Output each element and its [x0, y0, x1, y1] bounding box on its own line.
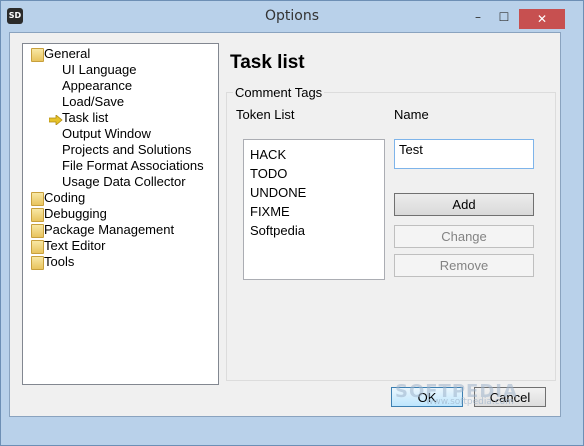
arrow-right-icon — [48, 113, 63, 126]
folder-icon — [31, 256, 44, 270]
tree-item-label: Task list — [62, 110, 109, 125]
tree-item-label: File Format Associations — [62, 158, 204, 173]
remove-button[interactable]: Remove — [394, 254, 534, 277]
options-tree[interactable]: General UI Language Appearance Load/Save Tas… — [22, 43, 219, 385]
folder-icon — [31, 208, 44, 222]
dialog-client-area: General UI Language Appearance Load/Save Tas… — [9, 32, 561, 417]
tree-item-label: Tools — [44, 254, 75, 269]
change-button[interactable]: Change — [394, 225, 534, 248]
list-item[interactable]: TODO — [250, 165, 287, 183]
tree-item-label: Usage Data Collector — [62, 174, 186, 189]
tree-item-label: Text Editor — [44, 238, 106, 253]
page-title: Task list — [230, 52, 305, 73]
tree-item-label: UI Language — [62, 62, 137, 77]
watermark-url: www.softpedia.com — [426, 397, 514, 407]
token-list-label: Token List — [236, 107, 295, 122]
add-button[interactable]: Add — [394, 193, 534, 216]
name-label: Name — [394, 107, 429, 122]
tree-item-label: Appearance — [62, 78, 133, 93]
folder-icon — [31, 224, 44, 238]
token-list[interactable]: HACK TODO UNDONE FIXME Softpedia — [243, 139, 385, 280]
tree-item-label: Package Management — [44, 222, 175, 237]
close-button[interactable]: ✕ — [519, 9, 565, 29]
list-item[interactable]: Softpedia — [250, 222, 305, 240]
group-label: Comment Tags — [233, 85, 325, 100]
tree-item-label: Output Window — [62, 126, 151, 141]
tree-item-label: Coding — [44, 190, 86, 205]
folder-icon — [31, 192, 44, 206]
maximize-button[interactable]: ☐ — [491, 7, 517, 27]
list-item[interactable]: HACK — [250, 146, 286, 164]
tree-item-label: Debugging — [44, 206, 107, 221]
minimize-button[interactable]: – — [465, 7, 491, 27]
settings-panel: Task list Comment Tags Token List Name H… — [224, 43, 557, 383]
list-item[interactable]: UNDONE — [250, 184, 306, 202]
title-bar[interactable]: SD Options – ☐ ✕ — [1, 1, 583, 31]
list-item[interactable]: FIXME — [250, 203, 290, 221]
folder-icon — [31, 48, 44, 62]
tree-item-label: Load/Save — [62, 94, 125, 109]
tree-item-label: General — [44, 46, 91, 61]
options-window: SD Options – ☐ ✕ General UI Language Appea… — [0, 0, 584, 446]
name-field[interactable]: Test — [394, 139, 534, 169]
tree-item-label: Projects and Solutions — [62, 142, 192, 157]
folder-icon — [31, 240, 44, 254]
